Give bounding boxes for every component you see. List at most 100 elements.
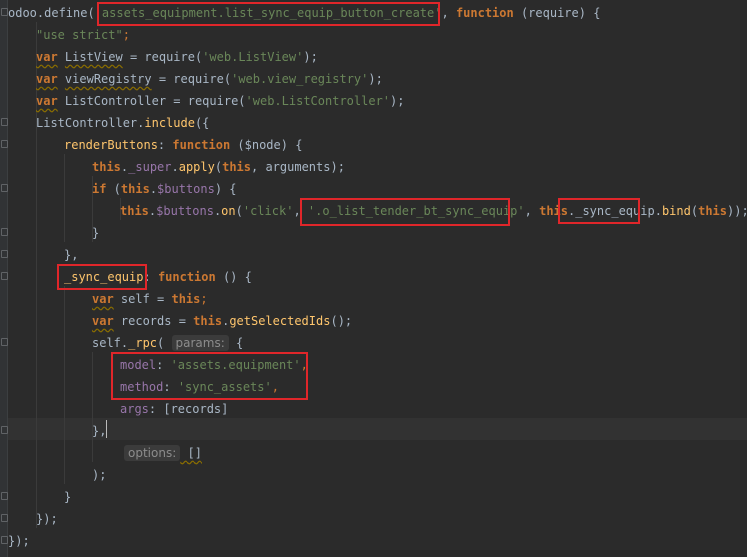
code-token: self =: [113, 292, 172, 306]
property-key-token: method: [120, 380, 164, 394]
keyword-token: this: [92, 160, 121, 174]
code-line-5[interactable]: var ListController = require('web.ListCo…: [36, 90, 404, 112]
code-line-9[interactable]: if (this.$buttons) {: [92, 178, 237, 200]
code-line-24[interactable]: });: [36, 508, 58, 530]
code-line-2[interactable]: "use strict";: [36, 24, 130, 46]
code-token: = require(: [122, 50, 203, 64]
code-line-22[interactable]: );: [92, 464, 106, 486]
fold-marker-icon[interactable]: [1, 492, 8, 500]
code-token: ($node) {: [230, 138, 303, 152]
code-token: .: [654, 204, 662, 218]
code-token: (require) {: [513, 6, 601, 20]
code-token: );: [303, 50, 318, 64]
function-name-token: _sync_equip: [64, 270, 144, 284]
code-token: );: [92, 468, 107, 482]
code-line-4[interactable]: var viewRegistry = require('web.view_reg…: [36, 68, 383, 90]
fold-marker-icon[interactable]: [1, 338, 8, 346]
fold-marker-icon[interactable]: [1, 514, 8, 522]
code-token: : [records]: [148, 402, 229, 416]
code-token: },: [92, 424, 107, 438]
code-line-10[interactable]: this.$buttons.on('click', '.o_list_tende…: [120, 200, 747, 222]
code-token: ;: [122, 28, 130, 42]
function-name-token: renderButtons: [64, 138, 158, 152]
code-line-6[interactable]: ListController.include({: [36, 112, 209, 134]
keyword-token: function: [455, 6, 514, 20]
keyword-token: var: [36, 94, 58, 108]
fold-marker-icon[interactable]: [1, 8, 8, 16]
string-token: 'click': [242, 204, 294, 218]
code-line-1[interactable]: odoo.define('assets_equipment.list_sync_…: [8, 2, 600, 24]
fold-marker-icon[interactable]: [1, 140, 8, 148]
code-line-23[interactable]: }: [64, 486, 71, 508]
property-token: $buttons: [156, 204, 214, 218]
code-line-17[interactable]: model: 'assets.equipment',: [120, 354, 308, 376]
fold-marker-icon[interactable]: [1, 184, 8, 192]
method-token: bind: [661, 204, 691, 218]
code-line-15[interactable]: var records = this.getSelectedIds();: [92, 310, 352, 332]
fold-marker-icon[interactable]: [1, 272, 8, 280]
code-token: , arguments);: [251, 160, 345, 174]
code-token: (: [214, 160, 223, 174]
code-token: []: [180, 446, 202, 460]
code-token: ));: [727, 204, 747, 218]
code-token: ,: [441, 6, 456, 20]
code-editor[interactable]: odoo.define('assets_equipment.list_sync_…: [0, 0, 747, 557]
code-token: );: [368, 72, 383, 86]
code-line-8[interactable]: this._super.apply(this, arguments);: [92, 156, 345, 178]
code-line-20[interactable]: },: [92, 420, 106, 442]
keyword-token: var: [36, 72, 58, 86]
code-token: },: [64, 248, 79, 262]
method-token: apply: [178, 160, 215, 174]
code-line-7[interactable]: renderButtons: function ($node) {: [64, 134, 302, 156]
code-line-12[interactable]: },: [64, 244, 78, 266]
code-token: ,: [524, 204, 540, 218]
method-token: _rpc: [128, 336, 158, 350]
code-token: :: [143, 270, 158, 284]
keyword-token: this: [120, 204, 149, 218]
text-cursor: [106, 420, 107, 438]
code-line-16[interactable]: self._rpc( params: {: [92, 332, 243, 354]
keyword-token: var: [92, 292, 114, 306]
code-line-19[interactable]: args: [records]: [120, 398, 228, 420]
property-token: $buttons: [157, 182, 215, 196]
code-line-18[interactable]: method: 'sync_assets',: [120, 376, 279, 398]
editor-gutter: [0, 0, 8, 557]
keyword-token: function: [172, 138, 231, 152]
code-token: odoo.define(: [8, 6, 95, 20]
code-line-11[interactable]: }: [92, 222, 99, 244]
string-token: "use strict": [36, 28, 123, 42]
code-token: });: [36, 512, 58, 526]
code-token: });: [8, 534, 30, 548]
string-token: 'web.ListView': [202, 50, 304, 64]
method-token: on: [221, 204, 236, 218]
fold-marker-icon[interactable]: [1, 228, 8, 236]
code-line-13[interactable]: _sync_equip: function () {: [64, 266, 252, 288]
code-line-25[interactable]: });: [8, 530, 30, 552]
keyword-token: if: [92, 182, 107, 196]
fold-marker-icon[interactable]: [1, 426, 8, 434]
identifier-token: viewRegistry: [64, 72, 152, 86]
model-name-string: 'assets.equipment': [170, 358, 301, 372]
keyword-token: this: [539, 204, 568, 218]
code-token: () {: [215, 270, 252, 284]
code-token: :: [163, 380, 178, 394]
current-line-highlight: [8, 418, 747, 440]
keyword-token: function: [157, 270, 216, 284]
fold-marker-icon[interactable]: [1, 536, 8, 544]
code-token: ,: [300, 358, 308, 372]
method-name-string: 'sync_assets': [177, 380, 272, 394]
code-token: ,: [271, 380, 279, 394]
code-line-14[interactable]: var self = this;: [92, 288, 208, 310]
fold-marker-icon[interactable]: [1, 118, 8, 126]
code-token: ();: [330, 314, 353, 328]
module-name-string: 'assets_equipment.list_sync_equip_button…: [94, 6, 442, 20]
code-token: (: [690, 204, 699, 218]
code-line-3[interactable]: var ListView = require('web.ListView');: [36, 46, 318, 68]
method-token: include: [144, 116, 195, 130]
property-token: _super: [128, 160, 172, 174]
fold-marker-icon[interactable]: [1, 250, 8, 258]
keyword-token: var: [36, 50, 58, 64]
code-line-21[interactable]: options: []: [124, 442, 202, 464]
identifier-token: ListView: [64, 50, 123, 64]
